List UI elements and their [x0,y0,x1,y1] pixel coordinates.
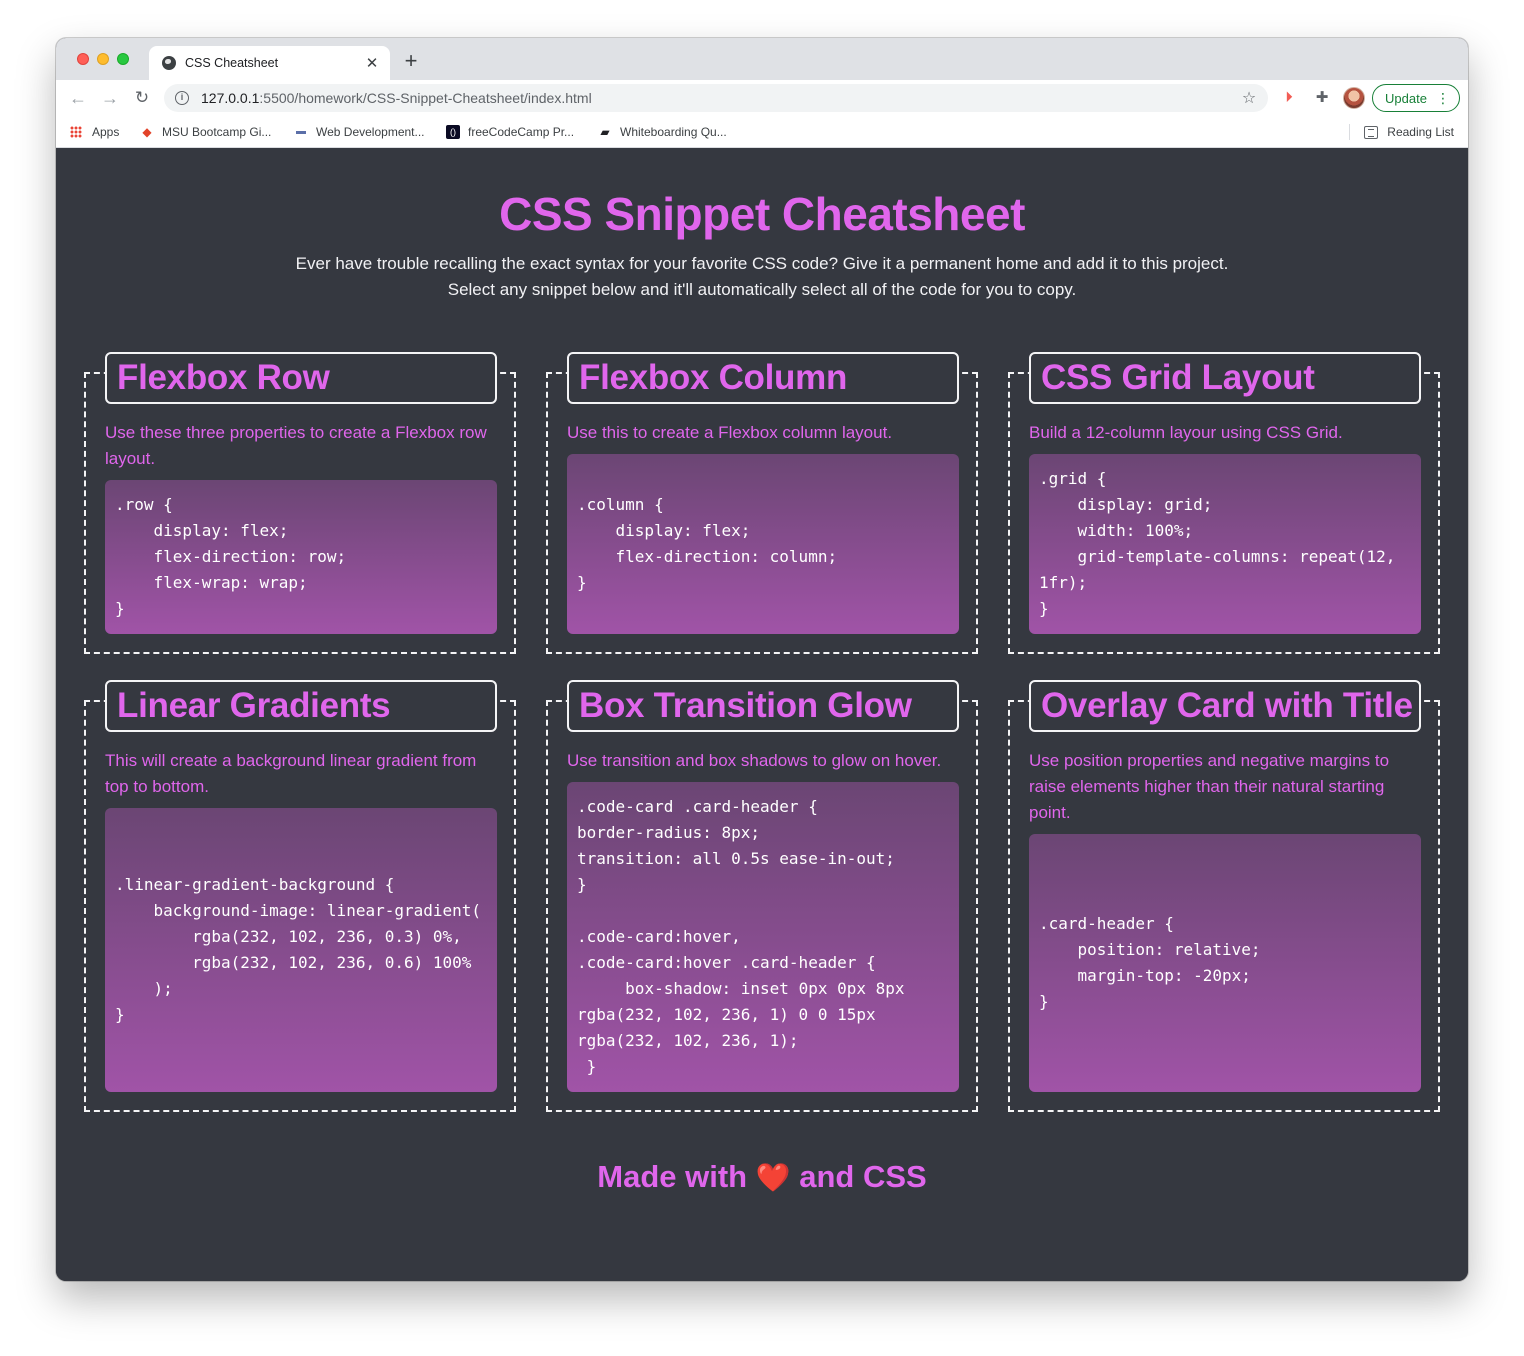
address-bar[interactable]: i 127.0.0.1:5500/homework/CSS-Snippet-Ch… [164,84,1268,112]
bookmark-label: Web Development... [316,125,425,139]
share-extension-icon[interactable]: ⏵ [1279,88,1299,108]
code-text[interactable]: .card-header { position: relative; margi… [1039,911,1261,1015]
reading-list-button[interactable]: Reading List [1364,122,1454,142]
bookmark-label: freeCodeCamp Pr... [468,125,575,139]
bookmarks-bar: Apps ◆ MSU Bootcamp Gi... ▬ Web Developm… [56,116,1468,148]
close-window-button[interactable] [77,53,89,65]
code-snippet[interactable]: .card-header { position: relative; margi… [1029,834,1421,1092]
browser-toolbar: ← → ↻ i 127.0.0.1:5500/homework/CSS-Snip… [56,80,1468,116]
tab-close-icon[interactable]: ✕ [364,54,380,72]
url-host: 127.0.0.1 [201,90,260,106]
bookmark-web-development[interactable]: ▬ Web Development... [294,122,425,142]
code-card-overlay-card: Overlay Card with Title Use position pro… [1008,680,1440,1112]
update-button[interactable]: Update ⋮ [1372,84,1460,112]
code-text[interactable]: .linear-gradient-background { background… [115,872,481,1028]
bookmark-whiteboarding[interactable]: ▰ Whiteboarding Qu... [598,122,727,142]
page-content: CSS Snippet Cheatsheet Ever have trouble… [56,149,1468,1281]
bookmark-freecodecamp[interactable]: () freeCodeCamp Pr... [446,122,574,142]
code-text[interactable]: .grid { display: grid; width: 100%; grid… [1039,466,1411,622]
code-snippet[interactable]: .code-card .card-header { border-radius:… [567,782,959,1092]
footer-text-after: and CSS [799,1159,927,1194]
footer-text-before: Made with [597,1159,748,1194]
url-text[interactable]: 127.0.0.1:5500/homework/CSS-Snippet-Chea… [201,90,1238,106]
info-icon[interactable]: i [175,91,189,105]
card-description: Build a 12-column layour using CSS Grid. [1029,423,1343,442]
page-intro: Ever have trouble recalling the exact sy… [56,251,1468,303]
zoom-window-button[interactable] [117,53,129,65]
bookmark-label: Whiteboarding Qu... [620,125,727,139]
tab-strip: CSS Cheatsheet ✕ + [56,38,1468,80]
globe-icon [162,56,176,70]
web-dev-icon: ▬ [296,126,306,137]
code-snippet[interactable]: .linear-gradient-background { background… [105,808,497,1092]
tab-css-cheatsheet[interactable]: CSS Cheatsheet ✕ [149,46,390,80]
card-title: Overlay Card with Title [1029,680,1421,732]
extensions-puzzle-icon[interactable]: ✚ [1312,88,1332,108]
more-menu-icon[interactable]: ⋮ [1436,88,1450,108]
bookmark-apps[interactable]: Apps [70,122,119,142]
notebook-icon: ▰ [600,125,610,139]
bookmarks-divider [1349,124,1350,140]
bookmark-label: Apps [92,125,120,139]
gitlab-icon: ◆ [142,125,152,139]
code-snippet[interactable]: .grid { display: grid; width: 100%; grid… [1029,454,1421,634]
bookmark-label: MSU Bootcamp Gi... [162,125,272,139]
card-title: Box Transition Glow [567,680,959,732]
code-card-linear-gradients: Linear Gradients This will create a back… [84,680,516,1112]
card-title: Flexbox Column [567,352,959,404]
url-path: :5500/homework/CSS-Snippet-Cheatsheet/in… [259,90,592,106]
card-description: Use this to create a Flexbox column layo… [567,423,893,442]
bookmark-star-icon[interactable]: ☆ [1238,88,1260,108]
card-description: Use transition and box shadows to glow o… [567,751,942,770]
code-card-css-grid: CSS Grid Layout Build a 12-column layour… [1008,352,1440,654]
code-card-box-transition-glow: Box Transition Glow Use transition and b… [546,680,978,1112]
heart-icon: ❤️ [755,1162,791,1193]
card-title: Linear Gradients [105,680,497,732]
code-card-flexbox-column: Flexbox Column Use this to create a Flex… [546,352,978,654]
forward-arrow-icon[interactable]: → [98,86,122,110]
card-description: This will create a background linear gra… [105,751,477,796]
bookmark-msu-bootcamp[interactable]: ◆ MSU Bootcamp Gi... [140,122,271,142]
back-arrow-icon[interactable]: ← [66,86,90,110]
profile-avatar[interactable] [1343,87,1365,109]
code-text[interactable]: .code-card .card-header { border-radius:… [577,794,905,1080]
tab-title: CSS Cheatsheet [185,56,279,70]
page-title: CSS Snippet Cheatsheet [499,188,1025,240]
code-card-flexbox-row: Flexbox Row Use these three properties t… [84,352,516,654]
code-text[interactable]: .column { display: flex; flex-direction:… [577,492,837,596]
apps-grid-icon [70,126,82,138]
code-text[interactable]: .row { display: flex; flex-direction: ro… [115,492,346,622]
page-footer: Made with ❤️ and CSS [56,1159,1468,1195]
card-description: Use these three properties to create a F… [105,423,487,468]
intro-line-2: Select any snippet below and it'll autom… [447,280,1077,299]
code-snippet[interactable]: .row { display: flex; flex-direction: ro… [105,480,497,634]
card-title: Flexbox Row [105,352,497,404]
freecodecamp-icon: () [446,125,460,139]
reading-list-label: Reading List [1387,125,1454,139]
code-snippet[interactable]: .column { display: flex; flex-direction:… [567,454,959,634]
new-tab-button[interactable]: + [400,50,422,72]
intro-line-1: Ever have trouble recalling the exact sy… [295,254,1229,273]
card-description: Use position properties and negative mar… [1029,751,1390,822]
reading-list-icon [1364,125,1379,139]
browser-window: CSS Cheatsheet ✕ + ← → ↻ i 127.0.0.1:550… [56,38,1468,1281]
reload-icon[interactable]: ↻ [130,86,154,110]
update-label: Update [1385,90,1427,106]
minimize-window-button[interactable] [97,53,109,65]
card-title: CSS Grid Layout [1029,352,1421,404]
